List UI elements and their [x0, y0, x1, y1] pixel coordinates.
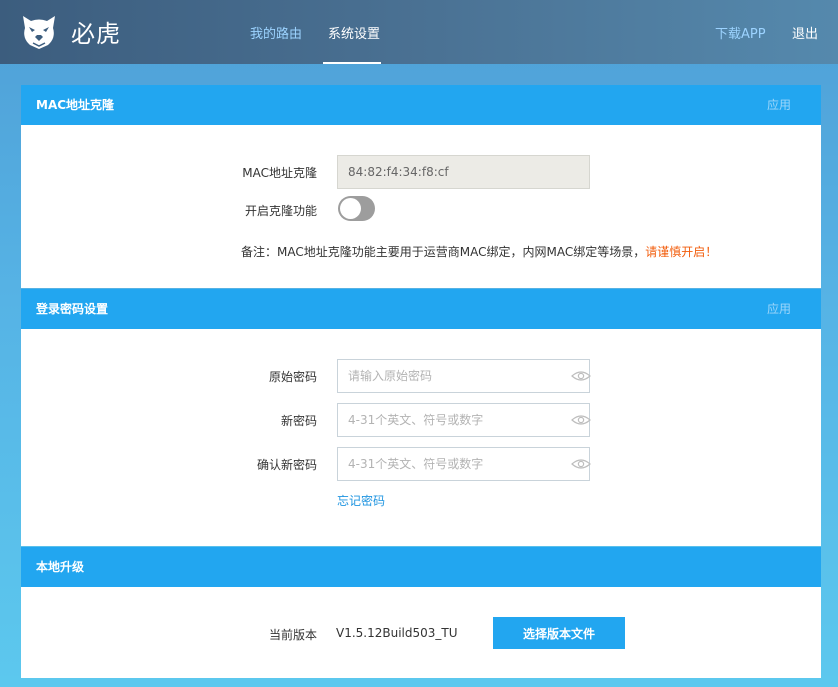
- note-warning: 请谨慎开启！: [645, 245, 718, 259]
- upgrade-panel-title: 本地升级: [36, 560, 85, 574]
- mac-address-label: MAC地址克隆: [242, 166, 317, 180]
- tiger-logo-icon: [23, 16, 55, 49]
- new-password-input[interactable]: [337, 403, 590, 437]
- toggle-knob: [340, 198, 361, 219]
- forgot-password-link[interactable]: 忘记密码: [337, 492, 385, 509]
- nav-system-settings[interactable]: 系统设置: [328, 23, 380, 42]
- current-version-value: V1.5.12Build503_TU: [336, 626, 458, 640]
- password-panel-header: 登录密码设置 应用: [21, 289, 821, 329]
- download-app-link[interactable]: 下载APP: [715, 23, 766, 42]
- brand-name: 必虎: [71, 20, 121, 48]
- eye-icon[interactable]: [571, 458, 591, 470]
- old-password-label: 原始密码: [268, 370, 317, 384]
- choose-version-file-button[interactable]: 选择版本文件: [493, 617, 625, 649]
- confirm-password-input[interactable]: [337, 447, 590, 481]
- clone-toggle-label: 开启克隆功能: [244, 204, 317, 218]
- logout-link[interactable]: 退出: [792, 23, 818, 42]
- note-text: 备注：MAC地址克隆功能主要用于运营商MAC绑定，内网MAC绑定等场景，: [241, 245, 646, 259]
- old-password-input[interactable]: [337, 359, 590, 393]
- clone-toggle[interactable]: [338, 196, 375, 221]
- nav-active-indicator: [323, 62, 381, 64]
- nav-my-router[interactable]: 我的路由: [250, 23, 302, 42]
- mac-clone-panel: MAC地址克隆 应用 MAC地址克隆 开启克隆功能 备注：MAC地址克隆功能主要…: [21, 85, 821, 288]
- local-upgrade-panel: 本地升级 当前版本 V1.5.12Build503_TU 选择版本文件: [21, 547, 821, 678]
- eye-icon[interactable]: [571, 370, 591, 382]
- mac-clone-note: 备注：MAC地址克隆功能主要用于运营商MAC绑定，内网MAC绑定等场景，请谨慎开…: [241, 243, 717, 260]
- password-panel: 登录密码设置 应用 原始密码 新密码 确认新密码 忘记密码: [21, 289, 821, 546]
- mac-clone-panel-header: MAC地址克隆 应用: [21, 85, 821, 125]
- upgrade-panel-header: 本地升级: [21, 547, 821, 587]
- password-panel-title: 登录密码设置: [36, 302, 109, 316]
- mac-clone-panel-title: MAC地址克隆: [36, 98, 115, 112]
- top-header: 必虎 我的路由 系统设置 下载APP 退出: [0, 0, 838, 64]
- new-password-label: 新密码: [280, 414, 317, 428]
- current-version-label: 当前版本: [268, 628, 317, 642]
- password-apply-button[interactable]: 应用: [767, 289, 791, 329]
- eye-icon[interactable]: [571, 414, 591, 426]
- confirm-password-label: 确认新密码: [256, 458, 317, 472]
- mac-address-field[interactable]: [337, 155, 590, 189]
- mac-apply-button[interactable]: 应用: [767, 85, 791, 125]
